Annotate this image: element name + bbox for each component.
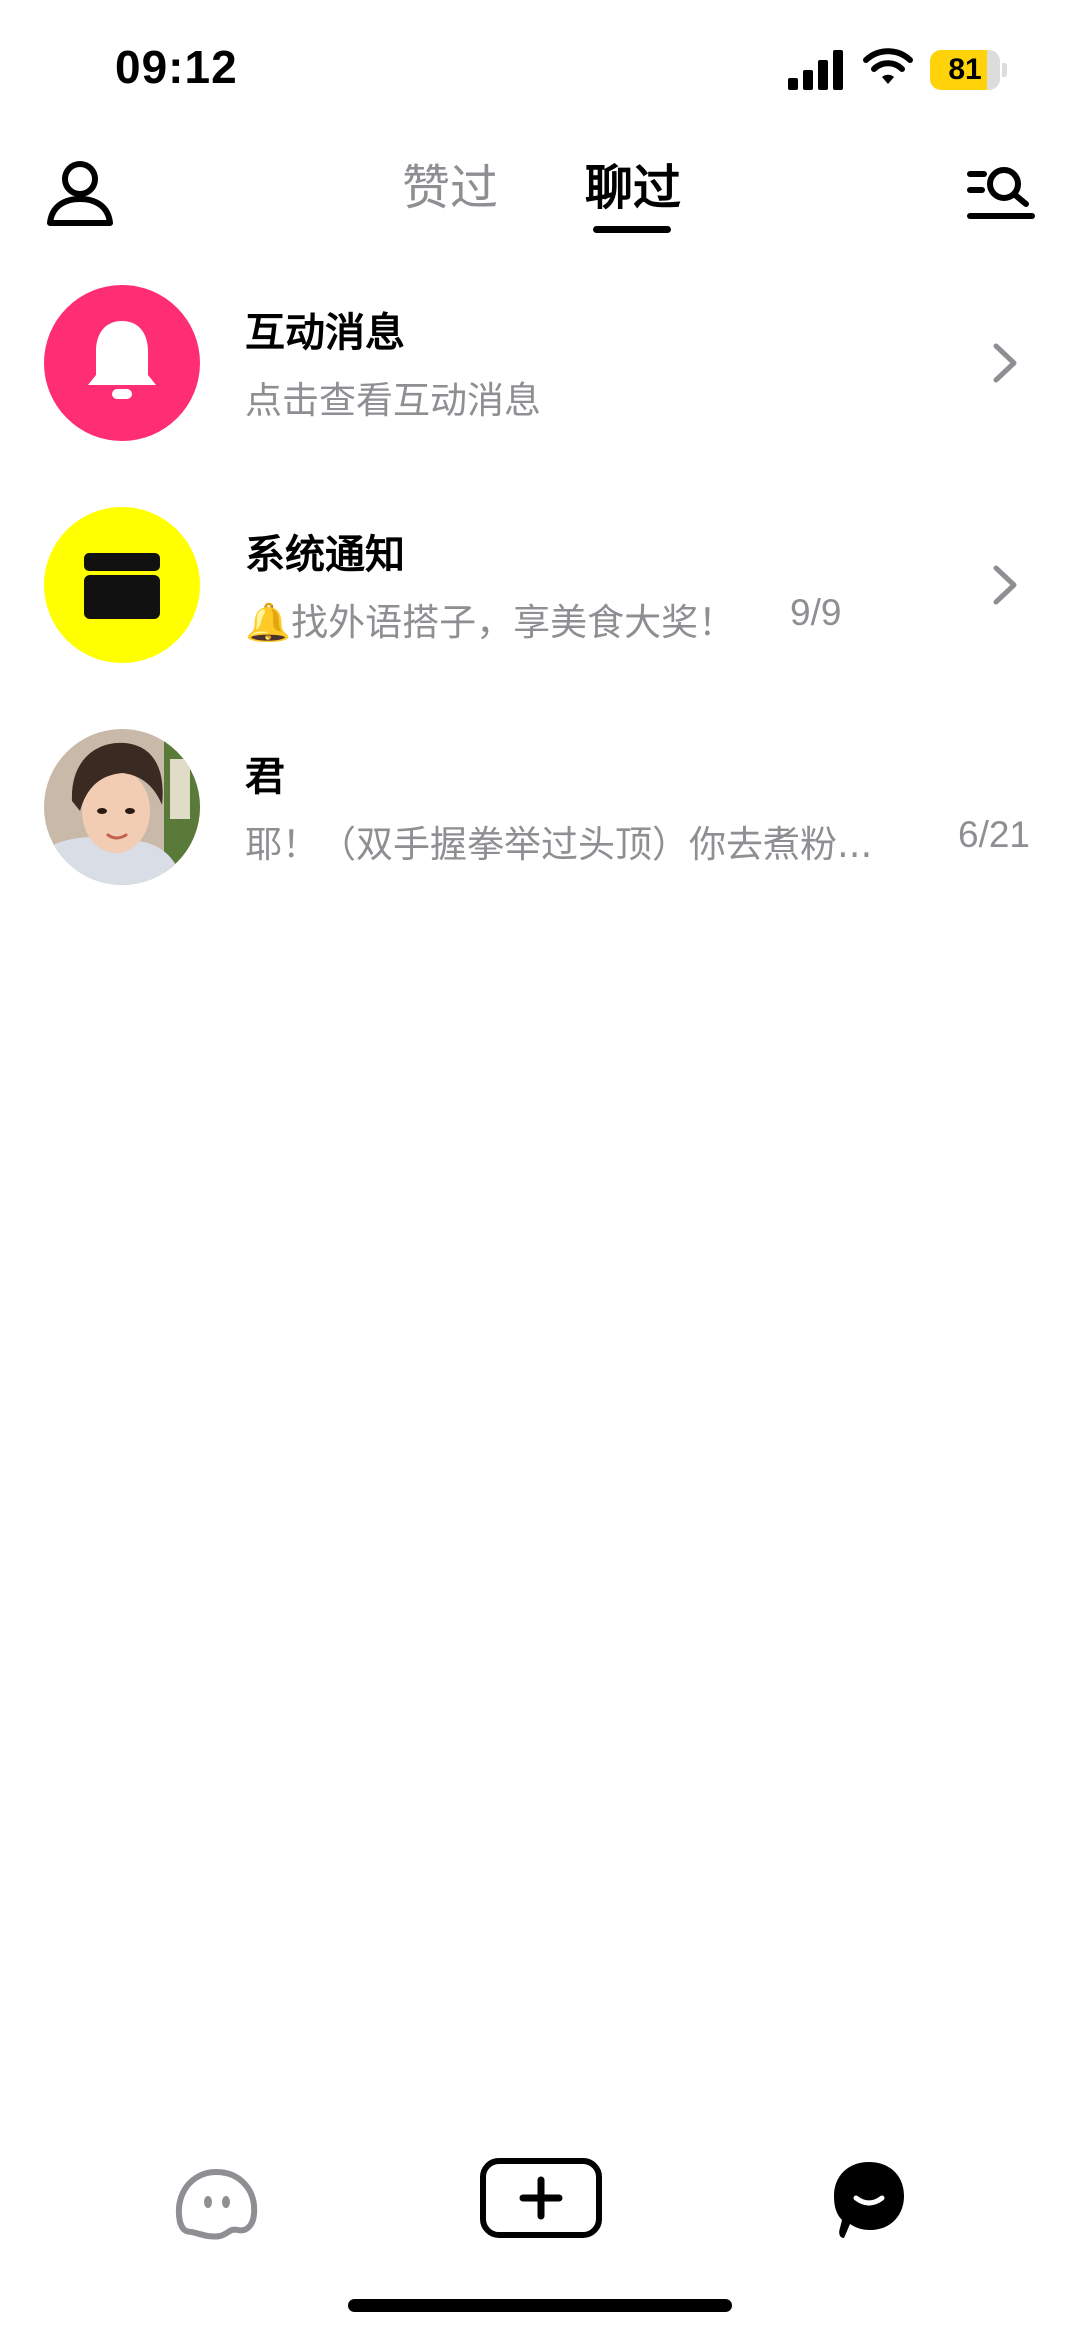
list-item-chat-jun[interactable]: 君 耶！（双手握拳举过头顶）你去煮粉... 6/21 <box>0 714 1080 936</box>
item-date: 9/9 <box>790 592 842 633</box>
avatar <box>44 729 200 885</box>
status-time: 09:12 <box>115 41 238 93</box>
active-tab-indicator <box>593 226 671 233</box>
item-date: 6/21 <box>958 814 1031 855</box>
status-bar: 09:12 81 <box>0 0 1080 130</box>
person-icon[interactable] <box>40 155 120 235</box>
avatar <box>44 285 200 441</box>
plus-square-icon[interactable] <box>478 2156 604 2240</box>
chevron-right-icon <box>993 343 1017 383</box>
list-item-system-notice[interactable]: 系统通知 🔔找外语搭子，享美食大奖！ 9/9 <box>0 492 1080 714</box>
tab-liked[interactable]: 赞过 <box>402 148 498 218</box>
home-indicator <box>348 2299 732 2312</box>
chevron-right-icon <box>993 565 1017 605</box>
item-title: 系统通知 <box>245 532 405 578</box>
item-title: 君 <box>245 754 285 800</box>
item-preview: 耶！（双手握拳举过头顶）你去煮粉... <box>245 823 873 866</box>
search-list-icon[interactable] <box>966 160 1036 230</box>
bell-icon <box>88 321 156 399</box>
wifi-icon <box>863 48 913 84</box>
item-preview: 点击查看互动消息 <box>245 379 541 422</box>
chat-bubble-icon[interactable] <box>830 2158 908 2242</box>
user-portrait <box>44 729 200 885</box>
list-item-interactions[interactable]: 互动消息 点击查看互动消息 <box>0 270 1080 492</box>
ghost-face-icon[interactable] <box>170 2164 260 2244</box>
cellular-signal-icon <box>788 50 843 90</box>
top-nav: 赞过 聊过 <box>0 140 1080 250</box>
inbox-icon <box>84 553 160 619</box>
tab-chatted[interactable]: 聊过 <box>585 148 681 218</box>
item-preview: 🔔找外语搭子，享美食大奖！ <box>245 601 736 644</box>
message-list: 互动消息 点击查看互动消息 系统通知 🔔找外语搭子，享美食大奖！ 9/9 君 耶… <box>0 270 1080 936</box>
avatar <box>44 507 200 663</box>
battery-indicator: 81 <box>930 50 1007 90</box>
item-title: 互动消息 <box>245 310 405 356</box>
bottom-tab-bar <box>0 2140 1080 2280</box>
battery-level: 81 <box>948 53 982 86</box>
